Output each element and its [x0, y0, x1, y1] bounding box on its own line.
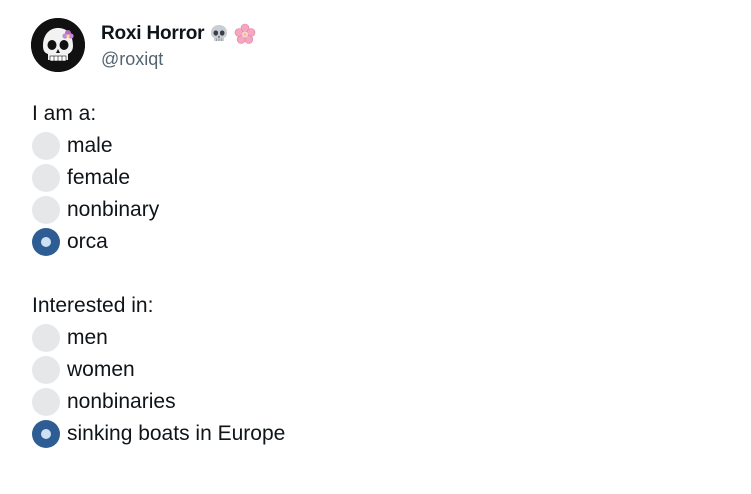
option-men[interactable]: men [32, 322, 285, 354]
display-name[interactable]: Roxi Horror [101, 23, 205, 45]
option-label: male [67, 134, 113, 157]
radio-unchecked[interactable] [32, 196, 60, 224]
radio-unchecked[interactable] [32, 132, 60, 160]
post-card: Roxi Horror @roxiqt I am a: male female … [0, 0, 751, 494]
radio-unchecked[interactable] [32, 164, 60, 192]
radio-unchecked[interactable] [32, 356, 60, 384]
section-title-identity: I am a: [32, 102, 97, 125]
author-info: Roxi Horror @roxiqt [101, 21, 256, 70]
radio-checked[interactable] [32, 420, 60, 448]
option-label: nonbinary [67, 198, 160, 221]
option-women[interactable]: women [32, 354, 285, 386]
option-nonbinary[interactable]: nonbinary [32, 194, 285, 226]
skull-avatar-icon [31, 18, 85, 72]
post-header: Roxi Horror @roxiqt [31, 18, 256, 72]
user-handle[interactable]: @roxiqt [101, 49, 256, 70]
option-label: sinking boats in Europe [67, 422, 286, 445]
section-title-interests: Interested in: [32, 294, 154, 317]
option-label: female [67, 166, 131, 189]
radio-unchecked[interactable] [32, 324, 60, 352]
option-nonbinaries[interactable]: nonbinaries [32, 386, 285, 418]
option-label: women [67, 358, 135, 381]
option-sinking-boats[interactable]: sinking boats in Europe [32, 418, 285, 450]
radio-unchecked[interactable] [32, 388, 60, 416]
radio-checked[interactable] [32, 228, 60, 256]
option-male[interactable]: male [32, 130, 285, 162]
option-orca[interactable]: orca [32, 226, 285, 258]
name-row: Roxi Horror [101, 21, 256, 47]
option-female[interactable]: female [32, 162, 285, 194]
cherry-blossom-emoji-icon [234, 23, 256, 45]
option-label: men [67, 326, 108, 349]
avatar[interactable] [31, 18, 85, 72]
skull-emoji-icon [208, 23, 230, 45]
option-label: nonbinaries [67, 390, 176, 413]
post-body: I am a: male female nonbinary orca Inter… [32, 98, 285, 450]
option-label: orca [67, 230, 108, 253]
